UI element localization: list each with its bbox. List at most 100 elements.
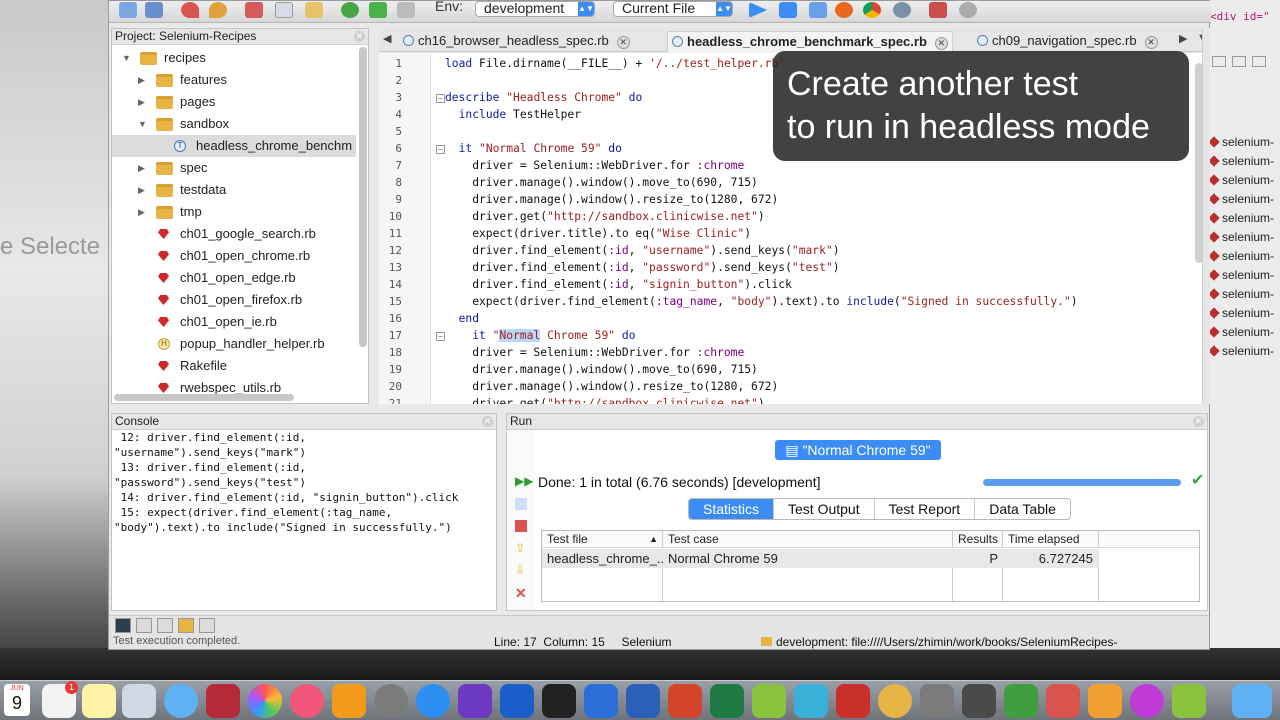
cell-result[interactable]: P <box>953 549 1003 568</box>
code-line[interactable]: it "Normal Chrome 59" do <box>445 329 636 342</box>
code-line[interactable]: driver.get("http://sandbox.clinicwise.ne… <box>445 210 764 223</box>
code-line[interactable]: driver = Selenium::WebDriver.for :chrome <box>445 159 744 172</box>
books-app-icon[interactable] <box>332 684 366 718</box>
tree-item[interactable]: Theadless_chrome_benchm <box>112 135 356 157</box>
fold-toggle-icon[interactable]: − <box>436 94 445 103</box>
evernote-app-icon[interactable] <box>1004 684 1038 718</box>
package-icon[interactable] <box>178 618 194 633</box>
remote-desktop-icon[interactable] <box>500 684 534 718</box>
new-file-icon[interactable] <box>119 2 137 18</box>
code-line[interactable]: driver = Selenium::WebDriver.for :chrome <box>445 346 744 359</box>
tab-headless-chrome-benchmark[interactable]: headless_chrome_benchmark_spec.rb ✕ <box>667 31 953 53</box>
tree-item[interactable]: ▶ spec <box>112 157 356 179</box>
code-line[interactable]: it "Normal Chrome 59" do <box>445 142 622 155</box>
server-icon[interactable] <box>136 618 152 633</box>
code-line[interactable]: driver.manage().window().resize_to(1280,… <box>445 193 778 206</box>
cut-icon[interactable] <box>245 2 263 18</box>
next-failure-icon[interactable]: ⇩ <box>515 564 527 576</box>
code-line[interactable]: expect(driver.title).to eq("Wise Clinic"… <box>445 227 751 240</box>
notes-app-icon[interactable] <box>82 684 116 718</box>
tree-item[interactable]: ▶ testdata <box>112 179 356 201</box>
expanded-icon[interactable]: ▼ <box>138 113 147 135</box>
disk-utility-icon[interactable] <box>920 684 954 718</box>
photos-app-icon[interactable] <box>248 684 282 718</box>
collapsed-icon[interactable]: ▶ <box>138 69 145 91</box>
column-header-test-case[interactable]: Test case <box>663 531 953 548</box>
tab-scroll-left-icon[interactable]: ◀ <box>383 32 391 45</box>
code-line[interactable]: driver.find_element(:id, "signin_button"… <box>445 278 792 291</box>
stop-icon[interactable] <box>929 2 947 18</box>
collapsed-icon[interactable]: ▶ <box>138 157 145 179</box>
fold-toggle-icon[interactable]: − <box>436 332 445 341</box>
editor-app-icon[interactable] <box>752 684 786 718</box>
tree-item[interactable]: ▼ sandbox <box>112 113 356 135</box>
result-tab-test-output[interactable]: Test Output <box>774 499 875 519</box>
code-line[interactable]: end <box>445 312 479 325</box>
tree-item[interactable]: ch01_open_firefox.rb <box>112 289 356 311</box>
collapsed-icon[interactable]: ▶ <box>138 91 145 113</box>
photo-booth-app-icon[interactable] <box>206 684 240 718</box>
code-line[interactable]: describe "Headless Chrome" do <box>445 91 642 104</box>
cell-test-file[interactable]: headless_chrome_... <box>542 549 663 568</box>
calendar-app-icon[interactable]: JUN 9 <box>4 684 30 716</box>
code-line[interactable]: driver.manage().window().move_to(690, 71… <box>445 176 758 189</box>
feather-app-icon[interactable] <box>1172 684 1206 718</box>
terminal-icon[interactable] <box>115 618 131 633</box>
pause-icon[interactable] <box>515 498 527 510</box>
previous-failure-icon[interactable]: ⇧ <box>515 542 527 554</box>
column-header-time-elapsed[interactable]: Time elapsed <box>1003 531 1099 548</box>
close-icon[interactable]: ✕ <box>1193 416 1204 427</box>
close-tab-icon[interactable]: ✕ <box>616 36 630 49</box>
tree-item[interactable]: ▶ pages <box>112 91 356 113</box>
expanded-icon[interactable]: ▼ <box>122 47 131 69</box>
code-line[interactable]: driver.find_element(:id, "password").sen… <box>445 261 839 274</box>
stop-run-icon[interactable] <box>515 520 527 532</box>
column-header-test-file[interactable]: Test file ▲ <box>542 531 663 548</box>
scope-select[interactable]: Current File ▲▼ <box>613 1 733 17</box>
collapsed-icon[interactable]: ▶ <box>138 179 145 201</box>
result-tab-data-table[interactable]: Data Table <box>975 499 1070 519</box>
rerun-icon[interactable]: ▶▶ <box>515 475 533 487</box>
flower-app-icon[interactable] <box>1130 684 1164 718</box>
code-line[interactable]: driver.get("http://sandbox.clinicwise.ne… <box>445 397 764 404</box>
messages-app-icon[interactable] <box>164 684 198 718</box>
code-line[interactable]: expect(driver.find_element(:tag_name, "b… <box>445 295 1077 308</box>
excel-app-icon[interactable] <box>710 684 744 718</box>
firefox-icon[interactable] <box>835 2 853 18</box>
run-all-icon[interactable] <box>779 2 797 18</box>
document-icon[interactable] <box>199 618 215 633</box>
tree-item[interactable]: ▼ recipes <box>112 47 356 69</box>
tree-item[interactable]: ▶ features <box>112 69 356 91</box>
project-horizontal-scrollbar[interactable] <box>114 394 294 401</box>
tree-item[interactable]: Rakefile <box>112 355 356 377</box>
utility-app-icon[interactable] <box>458 684 492 718</box>
tab-scroll-right-icon[interactable]: ▶ <box>1179 32 1187 45</box>
time-machine-icon[interactable] <box>962 684 996 718</box>
tree-item[interactable]: ch01_open_edge.rb <box>112 267 356 289</box>
powerpoint-app-icon[interactable] <box>668 684 702 718</box>
undo-icon[interactable] <box>181 2 199 18</box>
close-tab-icon[interactable]: ✕ <box>1144 36 1158 49</box>
close-tab-icon[interactable]: ✕ <box>934 37 948 50</box>
music-app-icon[interactable] <box>290 684 324 718</box>
result-tab-statistics[interactable]: Statistics <box>689 499 775 519</box>
collapsed-icon[interactable]: ▶ <box>138 201 145 223</box>
mail-app-icon[interactable] <box>1046 684 1080 718</box>
downloads-folder-icon[interactable] <box>1232 684 1272 718</box>
close-icon[interactable]: ✕ <box>482 416 493 427</box>
code-line[interactable]: driver.manage().window().move_to(690, 71… <box>445 363 758 376</box>
env-select[interactable]: development ▲▼ <box>475 1 595 17</box>
check-icon[interactable] <box>369 2 387 18</box>
testwise-app-icon[interactable] <box>794 684 828 718</box>
redo-icon[interactable] <box>209 2 227 18</box>
code-line[interactable]: driver.manage().window().resize_to(1280,… <box>445 380 778 393</box>
refresh-icon[interactable] <box>341 2 359 18</box>
tree-item[interactable]: ▶ tmp <box>112 201 356 223</box>
word-app-icon[interactable] <box>626 684 660 718</box>
chrome-icon[interactable] <box>863 2 881 18</box>
run-icon[interactable] <box>749 2 767 18</box>
database-app-icon[interactable] <box>878 684 912 718</box>
terminal-app-icon[interactable] <box>542 684 576 718</box>
reminders-app-icon[interactable]: 1 <box>42 681 78 718</box>
network-icon[interactable] <box>893 2 911 18</box>
